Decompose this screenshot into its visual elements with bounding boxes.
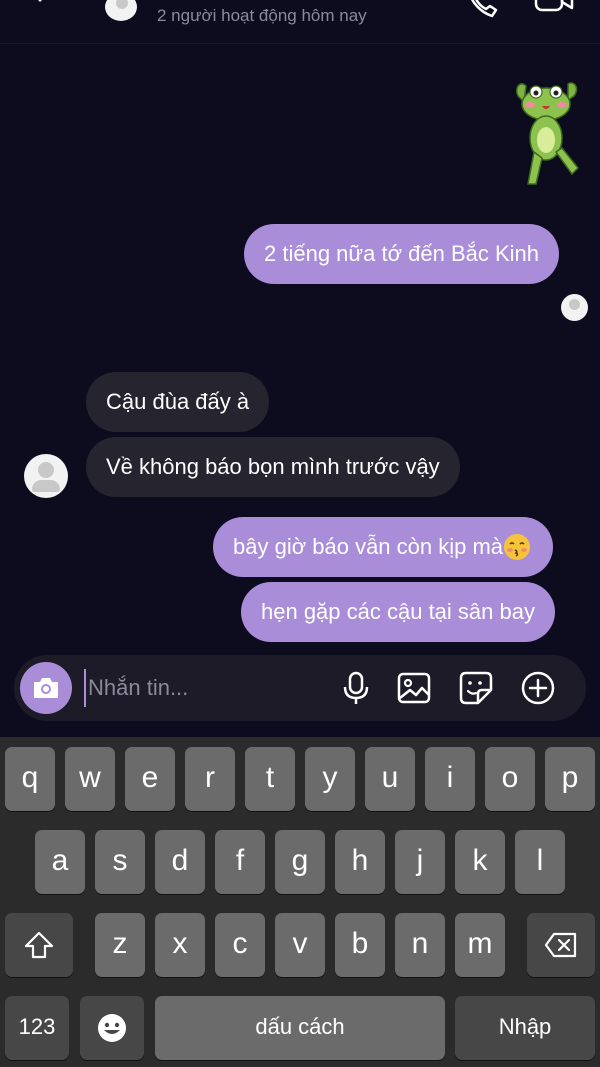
keyboard: q w e r t y u i o p a s d f g h j k l z …	[0, 737, 600, 1067]
video-icon[interactable]	[534, 0, 574, 18]
numbers-key[interactable]: 123	[5, 996, 69, 1060]
key-a[interactable]: a	[35, 830, 85, 894]
sticker-icon[interactable]	[458, 670, 494, 706]
backspace-icon	[544, 932, 577, 958]
mic-icon[interactable]	[338, 670, 374, 706]
camera-icon	[34, 678, 58, 698]
kiss-emoji-icon	[504, 534, 531, 560]
key-w[interactable]: w	[65, 747, 115, 811]
active-status: 2 người hoạt động hôm nay	[157, 6, 367, 25]
key-s[interactable]: s	[95, 830, 145, 894]
backspace-key[interactable]	[527, 913, 595, 977]
key-x[interactable]: x	[155, 913, 205, 977]
back-icon[interactable]	[30, 0, 60, 16]
emoji-key[interactable]	[80, 996, 144, 1060]
message-incoming[interactable]: Về không báo bọn mình trước vậy	[86, 437, 460, 497]
key-k[interactable]: k	[455, 830, 505, 894]
key-z[interactable]: z	[95, 913, 145, 977]
key-r[interactable]: r	[185, 747, 235, 811]
call-icon[interactable]	[466, 0, 498, 20]
space-key[interactable]: dấu cách	[155, 996, 445, 1060]
key-o[interactable]: o	[485, 747, 535, 811]
message-composer	[14, 655, 586, 721]
key-v[interactable]: v	[275, 913, 325, 977]
return-key[interactable]: Nhập	[455, 996, 595, 1060]
image-icon[interactable]	[396, 670, 432, 706]
key-h[interactable]: h	[335, 830, 385, 894]
message-input[interactable]	[84, 669, 324, 707]
key-d[interactable]: d	[155, 830, 205, 894]
message-text: bây giờ báo vẫn còn kịp mà	[233, 534, 504, 559]
message-outgoing[interactable]: bây giờ báo vẫn còn kịp mà	[213, 517, 554, 577]
key-y[interactable]: y	[305, 747, 355, 811]
chat-header: 2 người hoạt động hôm nay	[0, 0, 600, 44]
key-c[interactable]: c	[215, 913, 265, 977]
plus-icon[interactable]	[520, 670, 556, 706]
key-b[interactable]: b	[335, 913, 385, 977]
key-n[interactable]: n	[395, 913, 445, 977]
seen-avatar	[561, 294, 588, 321]
key-u[interactable]: u	[365, 747, 415, 811]
key-t[interactable]: t	[245, 747, 295, 811]
message-outgoing[interactable]: hẹn gặp các cậu tại sân bay	[241, 582, 555, 642]
shift-key[interactable]	[5, 913, 73, 977]
emoji-icon	[98, 1014, 126, 1042]
key-e[interactable]: e	[125, 747, 175, 811]
key-i[interactable]: i	[425, 747, 475, 811]
message-incoming[interactable]: Cậu đùa đấy à	[86, 372, 270, 432]
camera-button[interactable]	[20, 662, 72, 714]
group-avatar[interactable]	[102, 0, 140, 24]
key-j[interactable]: j	[395, 830, 445, 894]
frog-sticker[interactable]	[512, 78, 582, 190]
key-g[interactable]: g	[275, 830, 325, 894]
key-f[interactable]: f	[215, 830, 265, 894]
key-m[interactable]: m	[455, 913, 505, 977]
key-q[interactable]: q	[5, 747, 55, 811]
key-p[interactable]: p	[545, 747, 595, 811]
sender-avatar[interactable]	[24, 454, 68, 498]
shift-icon	[24, 931, 54, 959]
message-outgoing[interactable]: 2 tiếng nữa tớ đến Bắc Kinh	[244, 224, 559, 284]
key-l[interactable]: l	[515, 830, 565, 894]
